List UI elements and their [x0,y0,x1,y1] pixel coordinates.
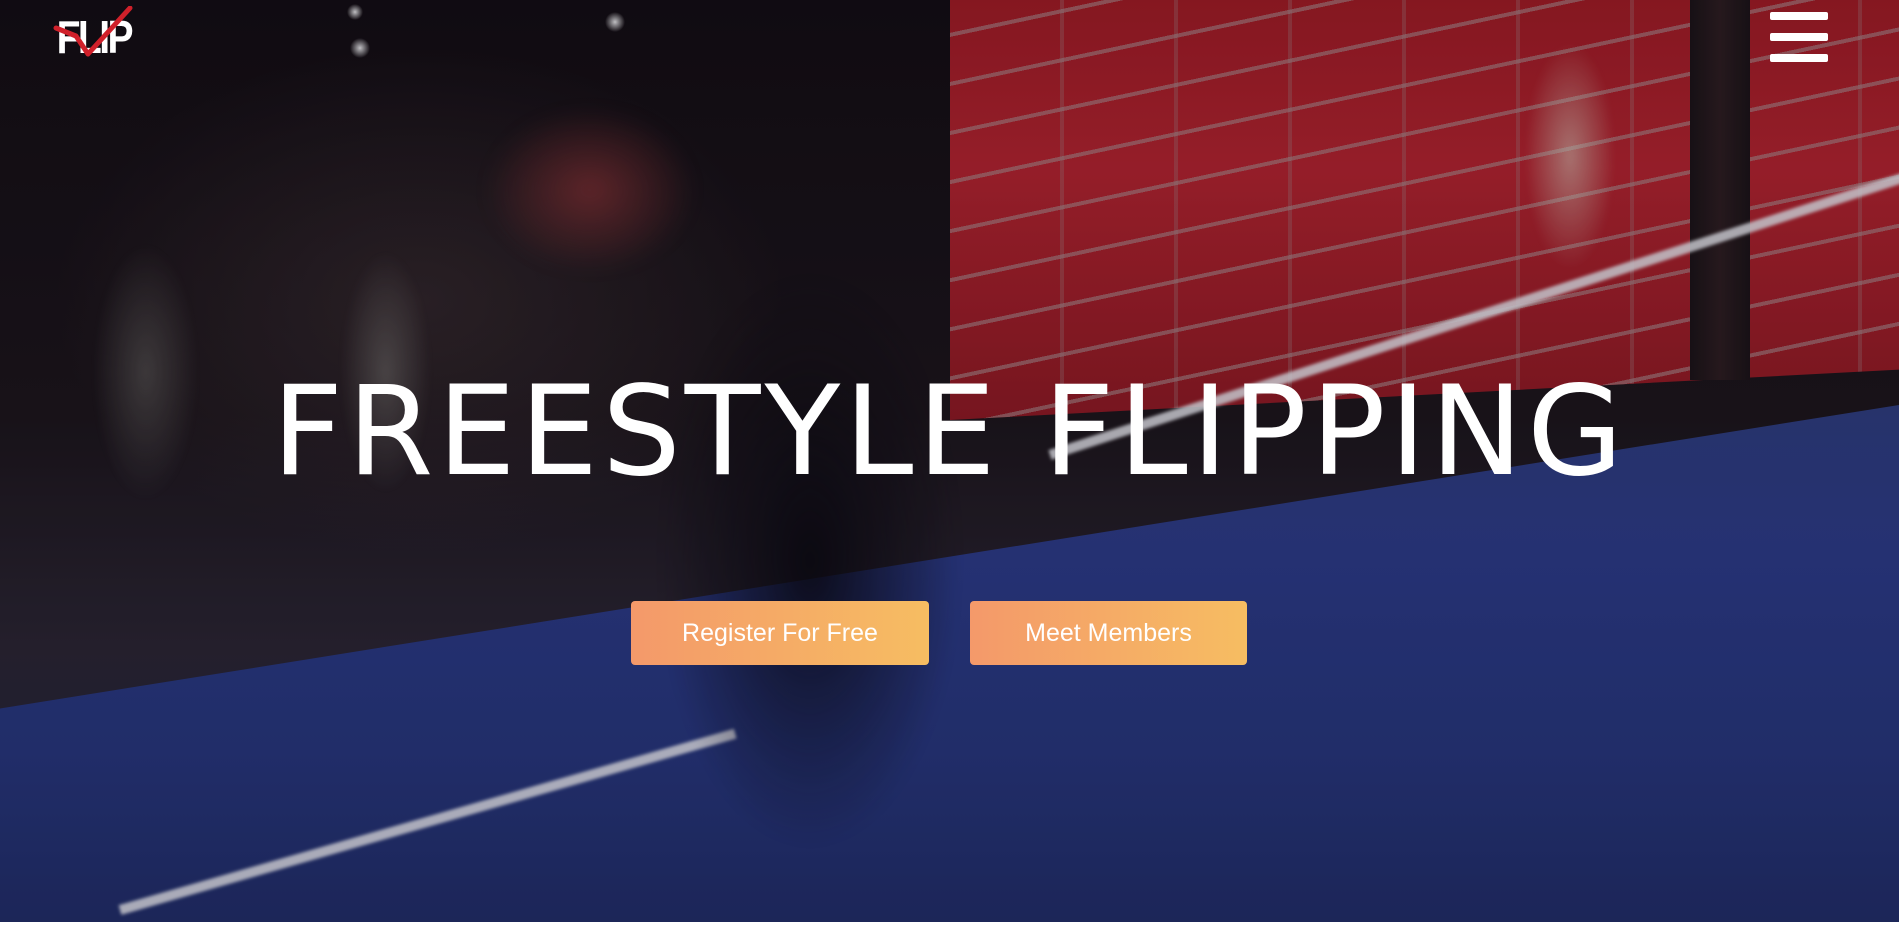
hero-headline: FREESTYLE FLIPPING [271,360,1628,504]
hamburger-menu-icon [1770,54,1828,62]
site-logo[interactable]: FLIP [52,6,136,68]
checkmark-icon [53,6,133,57]
register-for-free-button[interactable]: Register For Free [631,601,929,665]
hamburger-menu-button[interactable] [1770,12,1828,62]
page-bottom-edge [0,922,1899,929]
hamburger-menu-icon [1770,33,1828,41]
hero-section: FLIP FREESTYLE FLIPPING Register For Fre… [0,0,1899,922]
hamburger-menu-icon [1770,12,1828,20]
meet-members-button[interactable]: Meet Members [970,601,1247,665]
